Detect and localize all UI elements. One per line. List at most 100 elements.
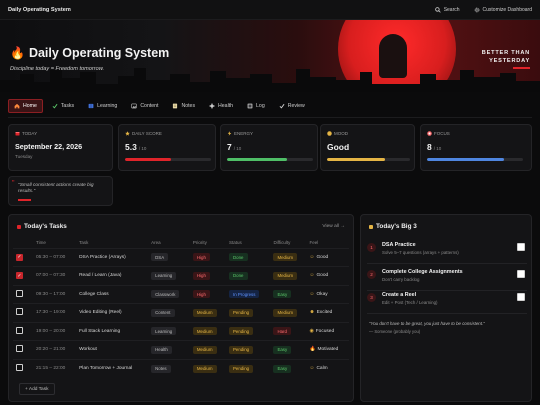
table-row[interactable]: 17:30 – 19:00 Video Editing (Reel) Content… [13,303,349,322]
tab-learning[interactable]: Learning [83,99,122,113]
table-row[interactable]: ✓ 05:30 – 07:00 DSA Practice (Arrays) DSA Hi… [13,247,349,267]
tasks-table: Time Task Area Priority Status Difficult… [13,237,349,378]
table-row[interactable]: 09:30 – 17:00 College Class Classwork High I… [13,284,349,304]
stat-focus-label: FOCUS [427,131,450,136]
task-checkbox[interactable] [16,308,23,316]
status-badge: Pending [229,364,254,373]
feel-icon: ◉ [309,328,314,334]
table-row[interactable]: 19:00 – 20:00 Full Stack Learning Learning… [13,321,349,341]
task-checkbox[interactable] [16,364,23,371]
customize-dashboard-button[interactable]: Customize Dashboard [474,7,532,13]
tab-notes[interactable]: Notes [167,99,200,113]
tab-learning-label: Learning [97,103,118,109]
quote-text: "Small consistent actions create big res… [18,183,94,194]
task-difficulty-cell: Easy [270,340,307,359]
stat-card-energy: ENERGY 7/ 10 [220,124,318,171]
big3-item-checkbox[interactable] [517,293,525,301]
tab-log[interactable]: Log [242,99,270,113]
priority-badge: Medium [192,345,217,354]
stat-card-focus: FOCUS 8/ 10 [420,124,532,171]
view-all-link[interactable]: View all → [322,224,345,229]
table-row[interactable]: 20:20 – 21:00 Workout Health Medium Pending E… [13,340,349,359]
task-time: 19:00 – 20:00 [33,321,77,341]
note-icon [172,103,178,109]
task-priority-cell: High [189,266,226,285]
stat-mood-label-text: MOOD [334,131,348,136]
priority-badge: High [192,253,210,262]
nav-tabs: Home Tasks Learning Content Notes Health… [8,99,310,113]
big3-item-title: DSA Practice [382,242,416,248]
task-area-cell: Notes [148,358,190,378]
home-icon [14,103,20,109]
task-checkbox-cell [13,358,33,378]
tab-review[interactable]: Review [274,99,310,113]
tasks-heading-marker [17,224,21,229]
big3-item-subtitle: Edit + Post (Tech / Learning) [382,300,438,305]
quote-accent-line [18,199,31,201]
priority-badge: Medium [192,327,217,336]
task-difficulty-cell: Medium [270,247,307,267]
big3-item-checkbox[interactable] [517,243,525,251]
big3-item-checkbox[interactable] [517,270,525,278]
task-time: 05:30 – 07:00 [33,247,77,267]
tasks-heading: Today's Tasks [17,223,67,230]
stat-mood-bar-fill [327,158,386,161]
task-checkbox[interactable] [16,345,23,353]
app-title: Daily Operating System [8,6,71,13]
task-priority-cell: Medium [189,321,226,341]
target-icon [427,131,432,136]
tab-tasks[interactable]: Tasks [47,99,79,113]
task-name: College Class [76,284,149,304]
tab-tasks-label: Tasks [60,103,75,109]
priority-badge: Medium [192,364,217,373]
book-icon [88,103,94,109]
task-checkbox[interactable] [16,289,23,297]
area-badge: Classwork [151,290,180,299]
task-checkbox-cell [13,340,33,359]
task-checkbox[interactable]: ✓ [16,253,23,261]
hero-title-text: Daily Operating System [28,46,170,60]
task-area-cell: Learning [148,321,190,341]
task-priority-cell: High [189,247,226,267]
difficulty-badge: Medium [273,308,298,317]
task-checkbox-cell: ✓ [13,247,33,267]
stat-energy-number: 7 [227,142,232,152]
stat-score-label: DAILY SCORE [125,131,162,136]
task-checkbox[interactable]: ✓ [16,272,23,280]
task-feel: Good [316,254,329,260]
col-task: Task [79,239,89,245]
stat-energy-bar-fill [227,158,288,161]
task-time: 07:00 – 07:30 [33,266,77,285]
calendar-icon [15,131,20,136]
task-feel: Excited [316,310,333,316]
stat-score-bar [125,158,211,161]
big3-item-number: 1 [367,243,376,252]
task-difficulty-cell: Medium [270,266,307,285]
task-checkbox[interactable] [16,326,23,334]
tab-home[interactable]: Home [8,99,43,113]
stat-energy-value: 7/ 10 [227,142,241,152]
tab-content-label: Content [140,103,159,109]
difficulty-badge: Medium [273,253,298,262]
tab-log-label: Log [256,103,265,109]
task-feel-cell: ☺ Good [306,247,349,267]
area-badge: Learning [151,271,177,280]
priority-badge: High [192,290,210,299]
stat-score-bar-fill [125,158,171,161]
add-task-button[interactable]: + Add Task [19,383,55,395]
tab-content[interactable]: Content [126,99,163,113]
task-area-cell: Learning [148,266,190,285]
table-row[interactable]: ✓ 07:00 – 07:30 Read / Learn (Java) Learnin… [13,266,349,285]
tab-health[interactable]: Health [204,99,238,113]
status-badge: Done [229,253,248,262]
big3-quote: "You don't have to be great, you just ha… [369,321,485,326]
col-time: Time [36,239,46,245]
col-status: Status [229,239,242,245]
plus-icon [209,103,215,109]
stat-card-today: TODAY September 22, 2026 Tuesday [8,124,113,171]
search-button[interactable]: Search [434,6,460,13]
search-icon [434,6,441,13]
task-time: 21:15 – 22:00 [33,358,77,378]
task-name: Full Stack Learning [76,321,149,341]
table-row[interactable]: 21:15 – 22:00 Plan Tomorrow + Journal Note… [13,358,349,378]
